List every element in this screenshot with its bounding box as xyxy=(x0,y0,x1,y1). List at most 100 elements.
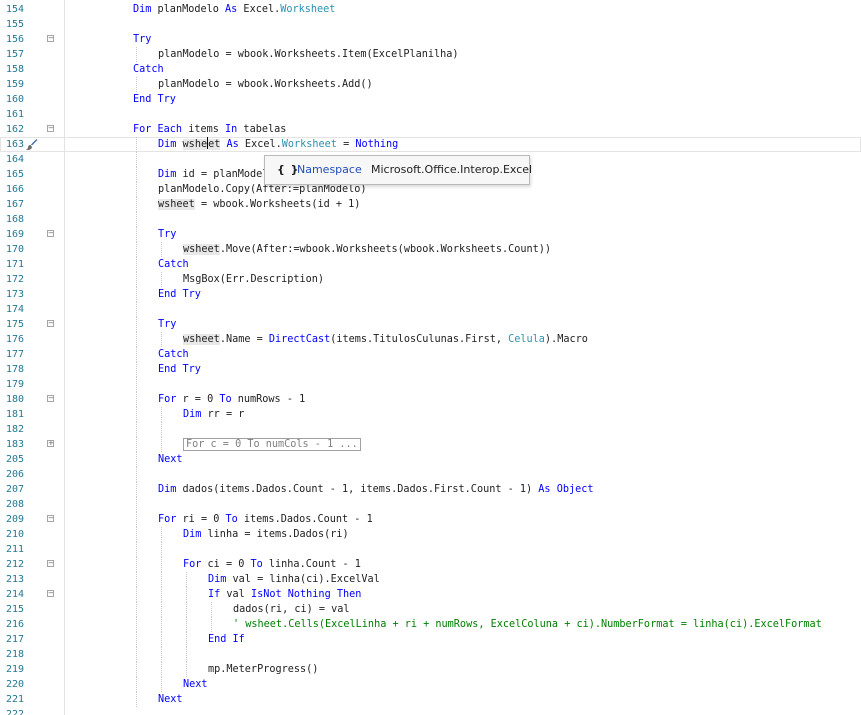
code-line[interactable]: 207 Dim dados(items.Dados.Count - 1, item… xyxy=(0,482,861,497)
code-line[interactable]: 173 End Try xyxy=(0,287,861,302)
code-text[interactable]: Dim linha = items.Dados(ri) xyxy=(183,527,349,542)
code-text[interactable]: planModelo = wbook.Worksheets.Add() xyxy=(158,77,373,92)
collapse-minus-icon[interactable]: − xyxy=(47,395,54,402)
code-text[interactable]: End Try xyxy=(158,362,201,377)
code-line[interactable]: 158 Catch xyxy=(0,62,861,77)
code-text[interactable]: Catch xyxy=(158,347,189,362)
code-line[interactable]: 221 Next xyxy=(0,692,861,707)
code-text[interactable]: Next xyxy=(158,452,183,467)
expand-plus-icon[interactable]: + xyxy=(47,440,54,447)
code-line[interactable]: 156 − Try xyxy=(0,32,861,47)
code-line[interactable]: 212 − For ci = 0 To linha.Count - 1 xyxy=(0,557,861,572)
line-number: 182 xyxy=(6,424,25,435)
code-text[interactable]: For ci = 0 To linha.Count - 1 xyxy=(183,557,361,572)
code-text[interactable]: End Try xyxy=(158,287,201,302)
code-text[interactable]: Dim rr = r xyxy=(183,407,244,422)
keyword-token: As xyxy=(538,484,551,495)
code-text[interactable]: wsheet.Move(After:=wbook.Worksheets(wboo… xyxy=(183,242,551,257)
code-line[interactable]: 155 xyxy=(0,17,861,32)
code-line[interactable]: 157 planModelo = wbook.Worksheets.Item(Ex… xyxy=(0,47,861,62)
code-text[interactable]: Dim wsheet As Excel.Worksheet = Nothing xyxy=(158,137,398,152)
code-text[interactable]: dados(ri, ci) = val xyxy=(233,602,350,617)
code-line[interactable]: 214 − If val IsNot Nothing Then xyxy=(0,587,861,602)
code-text[interactable]: MsgBox(Err.Description) xyxy=(183,272,324,287)
code-line[interactable]: 154 Dim planModelo As Excel.Worksheet xyxy=(0,2,861,17)
code-text[interactable]: mp.MeterProgress() xyxy=(208,662,318,677)
code-text[interactable]: For ri = 0 To items.Dados.Count - 1 xyxy=(158,512,373,527)
code-line[interactable]: 181 Dim rr = r xyxy=(0,407,861,422)
code-line[interactable]: 160 End Try xyxy=(0,92,861,107)
code-line[interactable]: 182 xyxy=(0,422,861,437)
collapse-minus-icon[interactable]: − xyxy=(47,320,54,327)
code-line[interactable]: 206 xyxy=(0,467,861,482)
code-text[interactable]: For r = 0 To numRows - 1 xyxy=(158,392,305,407)
code-line[interactable]: 169 − Try xyxy=(0,227,861,242)
keyword-token: Try xyxy=(158,319,177,330)
code-text[interactable]: For Each items In tabelas xyxy=(133,122,286,137)
code-line[interactable]: 161 xyxy=(0,107,861,122)
code-line[interactable]: 168 xyxy=(0,212,861,227)
code-line[interactable]: 171 Catch xyxy=(0,257,861,272)
code-text[interactable]: Try xyxy=(158,317,176,332)
line-number: 161 xyxy=(6,109,25,120)
code-editor[interactable]: 154 Dim planModelo As Excel.Worksheet 155 1… xyxy=(0,0,861,715)
code-text[interactable]: ' wsheet.Cells(ExcelLinha + ri + numRows… xyxy=(233,617,822,632)
code-line[interactable]: 209 − For ri = 0 To items.Dados.Count - 1 xyxy=(0,512,861,527)
code-line[interactable]: 210 Dim linha = items.Dados(ri) xyxy=(0,527,861,542)
code-text[interactable]: Dim planModelo As Excel.Worksheet xyxy=(133,2,335,17)
code-line[interactable]: 176 wsheet.Name = DirectCast(items.Titulo… xyxy=(0,332,861,347)
code-text[interactable]: End If xyxy=(208,632,245,647)
code-line[interactable]: 222 xyxy=(0,707,861,715)
code-text[interactable]: wsheet = wbook.Worksheets(id + 1) xyxy=(158,197,360,212)
code-text[interactable]: Catch xyxy=(158,257,189,272)
code-line[interactable]: 180 − For r = 0 To numRows - 1 xyxy=(0,392,861,407)
code-text[interactable]: Next xyxy=(158,692,183,707)
code-line[interactable]: 167 wsheet = wbook.Worksheets(id + 1) xyxy=(0,197,861,212)
collapsed-region[interactable]: For c = 0 To numCols - 1 ... xyxy=(183,438,361,451)
code-line[interactable]: 208 xyxy=(0,497,861,512)
code-line[interactable]: 213 Dim val = linha(ci).ExcelVal xyxy=(0,572,861,587)
code-text[interactable]: planModelo = wbook.Worksheets.Item(Excel… xyxy=(158,47,459,62)
indent-guide xyxy=(136,602,137,617)
collapse-minus-icon[interactable]: − xyxy=(47,515,54,522)
line-number: 220 xyxy=(6,679,25,690)
code-line[interactable]: 183 + For c = 0 To numCols - 1 ... xyxy=(0,437,861,452)
code-line[interactable]: 174 xyxy=(0,302,861,317)
code-text[interactable]: End Try xyxy=(133,92,176,107)
collapse-minus-icon[interactable]: − xyxy=(47,560,54,567)
code-text[interactable]: Dim val = linha(ci).ExcelVal xyxy=(208,572,380,587)
code-line[interactable]: 175 − Try xyxy=(0,317,861,332)
code-line[interactable]: 220 Next xyxy=(0,677,861,692)
code-text[interactable]: Try xyxy=(133,32,151,47)
code-line[interactable]: 162 − For Each items In tabelas xyxy=(0,122,861,137)
indent-guide xyxy=(211,602,212,617)
collapse-minus-icon[interactable]: − xyxy=(47,35,54,42)
code-text[interactable]: For c = 0 To numCols - 1 ... xyxy=(183,437,361,452)
indent-guide xyxy=(186,572,187,587)
code-text[interactable]: Dim dados(items.Dados.Count - 1, items.D… xyxy=(158,482,594,497)
code-line[interactable]: 159 planModelo = wbook.Worksheets.Add() xyxy=(0,77,861,92)
collapse-minus-icon[interactable]: − xyxy=(47,590,54,597)
code-text[interactable]: Catch xyxy=(133,62,164,77)
paintbrush-icon[interactable] xyxy=(25,138,38,151)
code-line[interactable]: 216 ' wsheet.Cells(ExcelLinha + ri + numR… xyxy=(0,617,861,632)
code-line[interactable]: 219 mp.MeterProgress() xyxy=(0,662,861,677)
code-text[interactable]: If val IsNot Nothing Then xyxy=(208,587,361,602)
code-line[interactable]: 205 Next xyxy=(0,452,861,467)
code-line[interactable]: 211 xyxy=(0,542,861,557)
code-line[interactable]: 178 End Try xyxy=(0,362,861,377)
code-line[interactable]: 170 wsheet.Move(After:=wbook.Worksheets(w… xyxy=(0,242,861,257)
code-text[interactable]: wsheet.Name = DirectCast(items.TitulosCu… xyxy=(183,332,588,347)
line-number: 167 xyxy=(6,199,25,210)
code-line[interactable]: 179 xyxy=(0,377,861,392)
collapse-minus-icon[interactable]: − xyxy=(47,125,54,132)
code-line[interactable]: 215 dados(ri, ci) = val xyxy=(0,602,861,617)
code-line[interactable]: 218 xyxy=(0,647,861,662)
code-text[interactable]: Next xyxy=(183,677,208,692)
code-line[interactable]: 172 MsgBox(Err.Description) xyxy=(0,272,861,287)
code-text[interactable]: Try xyxy=(158,227,176,242)
code-line[interactable]: 217 End If xyxy=(0,632,861,647)
code-line[interactable]: 163 Dim wsheet As Excel.Worksheet = Nothi… xyxy=(0,137,861,152)
collapse-minus-icon[interactable]: − xyxy=(47,230,54,237)
code-line[interactable]: 177 Catch xyxy=(0,347,861,362)
